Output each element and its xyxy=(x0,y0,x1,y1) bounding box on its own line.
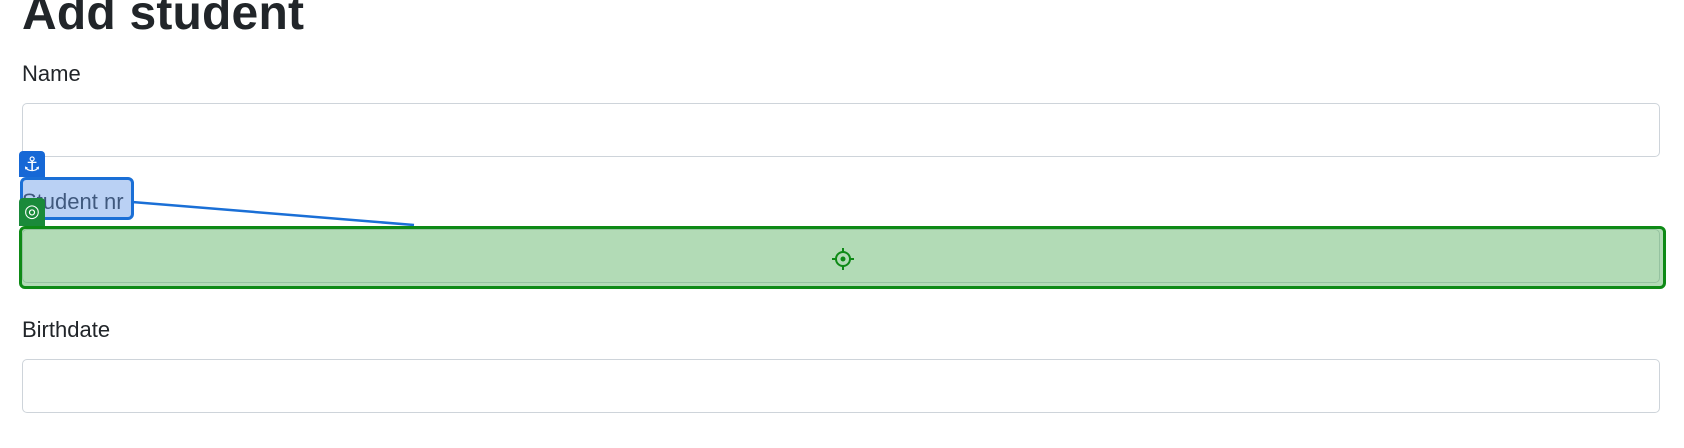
birthdate-label: Birthdate xyxy=(22,317,111,342)
name-input[interactable] xyxy=(22,103,1660,157)
anchor-icon: ⚓ xyxy=(19,151,45,177)
target-icon: ◎ xyxy=(19,198,45,226)
add-student-page: Add student Name Student nr Birthdate ⚓ … xyxy=(0,0,1684,448)
page-title: Add student xyxy=(22,0,305,40)
name-label: Name xyxy=(22,61,81,86)
birthdate-input[interactable] xyxy=(22,359,1660,413)
crosshair-icon xyxy=(832,248,854,270)
